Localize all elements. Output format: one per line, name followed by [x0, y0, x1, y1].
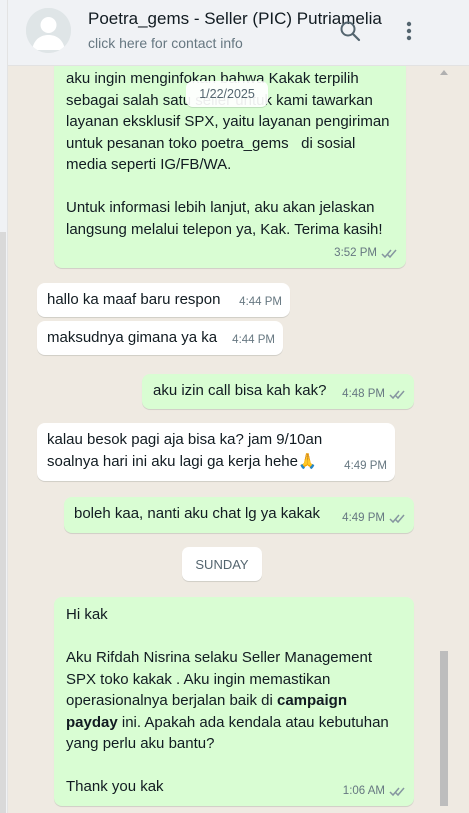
read-ticks-icon — [389, 389, 406, 400]
chat-scrollbar-thumb[interactable] — [440, 651, 448, 806]
read-ticks-icon — [389, 513, 406, 524]
avatar-placeholder-icon — [26, 8, 71, 53]
message-list[interactable]: aku ingin menginfokan bahwa Kakak terpil… — [8, 66, 469, 813]
message-bubble-incoming[interactable]: hallo ka maaf baru respon 4:44 PM — [37, 283, 290, 317]
message-meta: 4:44 PM — [232, 330, 275, 352]
message-meta: 1:06 AM — [343, 781, 406, 803]
message-text: hallo ka maaf baru respon — [47, 291, 221, 308]
message-text: kalau besok pagi aja bisa ka? jam 9/10an… — [47, 431, 323, 470]
message-time: 4:44 PM — [232, 333, 275, 346]
scroll-up-arrow-icon[interactable] — [440, 70, 448, 75]
read-ticks-icon — [381, 248, 398, 259]
left-panel-edge — [0, 0, 8, 813]
message-meta: 3:52 PM — [334, 243, 398, 265]
contact-avatar[interactable] — [26, 8, 71, 53]
message-meta: 4:49 PM — [344, 456, 387, 478]
message-meta: 4:49 PM — [342, 508, 406, 530]
message-time: 4:49 PM — [344, 459, 387, 472]
day-divider: SUNDAY — [182, 547, 262, 581]
chat-header[interactable]: Poetra_gems - Seller (PIC) Putriamelia c… — [8, 0, 469, 66]
message-text: maksudnya gimana ya ka — [47, 329, 218, 346]
message-bubble-outgoing[interactable]: Hi kak Aku Rifdah Nisrina selaku Seller … — [54, 597, 414, 806]
message-time: 3:52 PM — [334, 246, 377, 259]
menu-button[interactable] — [396, 18, 422, 44]
message-time: 1:06 AM — [342, 784, 385, 797]
message-text-bold: payday — [66, 713, 118, 731]
message-bubble-outgoing[interactable]: boleh kaa, nanti aku chat lg ya kakak 4:… — [64, 497, 414, 533]
message-text: aku izin call bisa kah kak? — [153, 382, 327, 399]
message-time: 4:48 PM — [342, 387, 385, 400]
message-meta: 4:48 PM — [342, 384, 406, 406]
message-bubble-outgoing[interactable]: aku izin call bisa kah kak? 4:48 PM — [142, 374, 414, 409]
message-text: boleh kaa, nanti aku chat lg ya kakak — [74, 505, 320, 522]
day-divider-text: SUNDAY — [195, 556, 249, 572]
read-ticks-icon — [389, 786, 406, 797]
message-text-bold: campaign — [276, 692, 348, 709]
left-panel-scrollbar[interactable] — [0, 232, 6, 813]
message-time: 4:49 PM — [342, 511, 385, 524]
floating-date-label: 1/22/2025 — [186, 81, 268, 107]
floating-date-text: 1/22/2025 — [199, 87, 255, 101]
search-icon — [340, 21, 361, 42]
more-vert-icon — [406, 21, 412, 41]
search-button[interactable] — [337, 18, 363, 44]
message-bubble-incoming[interactable]: kalau besok pagi aja bisa ka? jam 9/10an… — [37, 423, 395, 481]
message-text: Hi kak Aku Rifdah Nisrina selaku Seller … — [66, 604, 389, 798]
message-bubble-incoming[interactable]: maksudnya gimana ya ka 4:44 PM — [37, 321, 283, 355]
contact-info-hint[interactable]: click here for contact info — [88, 35, 243, 51]
message-meta: 4:44 PM — [239, 292, 282, 314]
message-time: 4:44 PM — [239, 295, 282, 308]
